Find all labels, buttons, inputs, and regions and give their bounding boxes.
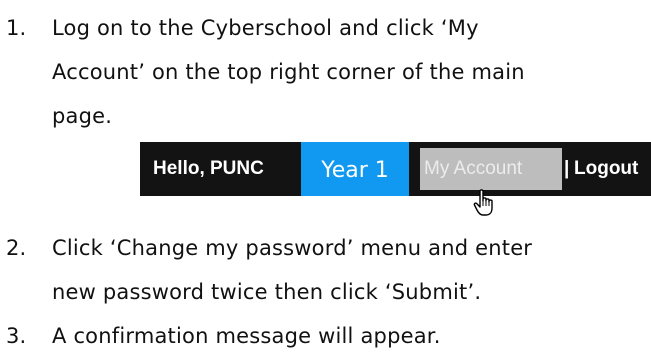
step-1: 1. Log on to the Cyberschool and click ‘M… — [6, 6, 525, 138]
cyberschool-navbar-screenshot: Hello, PUNC Year 1 My Account | Logout — [140, 142, 651, 196]
pointing-hand-cursor-icon — [473, 189, 493, 216]
step-number: 1. — [6, 16, 27, 40]
step-text-line: Account’ on the top right corner of the … — [52, 60, 525, 84]
greeting-text: Hello, PUNC — [153, 158, 264, 179]
logout-link[interactable]: Logout — [574, 142, 638, 196]
step-text-line: new password twice then click ‘Submit’. — [52, 280, 482, 304]
step-3: 3. A confirmation message will appear. — [6, 314, 441, 358]
step-number: 2. — [6, 236, 27, 260]
my-account-link[interactable]: My Account — [420, 148, 562, 190]
step-text-line: page. — [52, 104, 113, 128]
step-text-line: Log on to the Cyberschool and click ‘My — [52, 16, 479, 40]
nav-separator: | — [564, 158, 570, 179]
step-text-line: A confirmation message will appear. — [52, 324, 441, 348]
year-tab[interactable]: Year 1 — [301, 142, 409, 196]
step-number: 3. — [6, 324, 27, 348]
step-2: 2. Click ‘Change my password’ menu and en… — [6, 226, 532, 314]
step-text-line: Click ‘Change my password’ menu and ente… — [52, 236, 533, 260]
